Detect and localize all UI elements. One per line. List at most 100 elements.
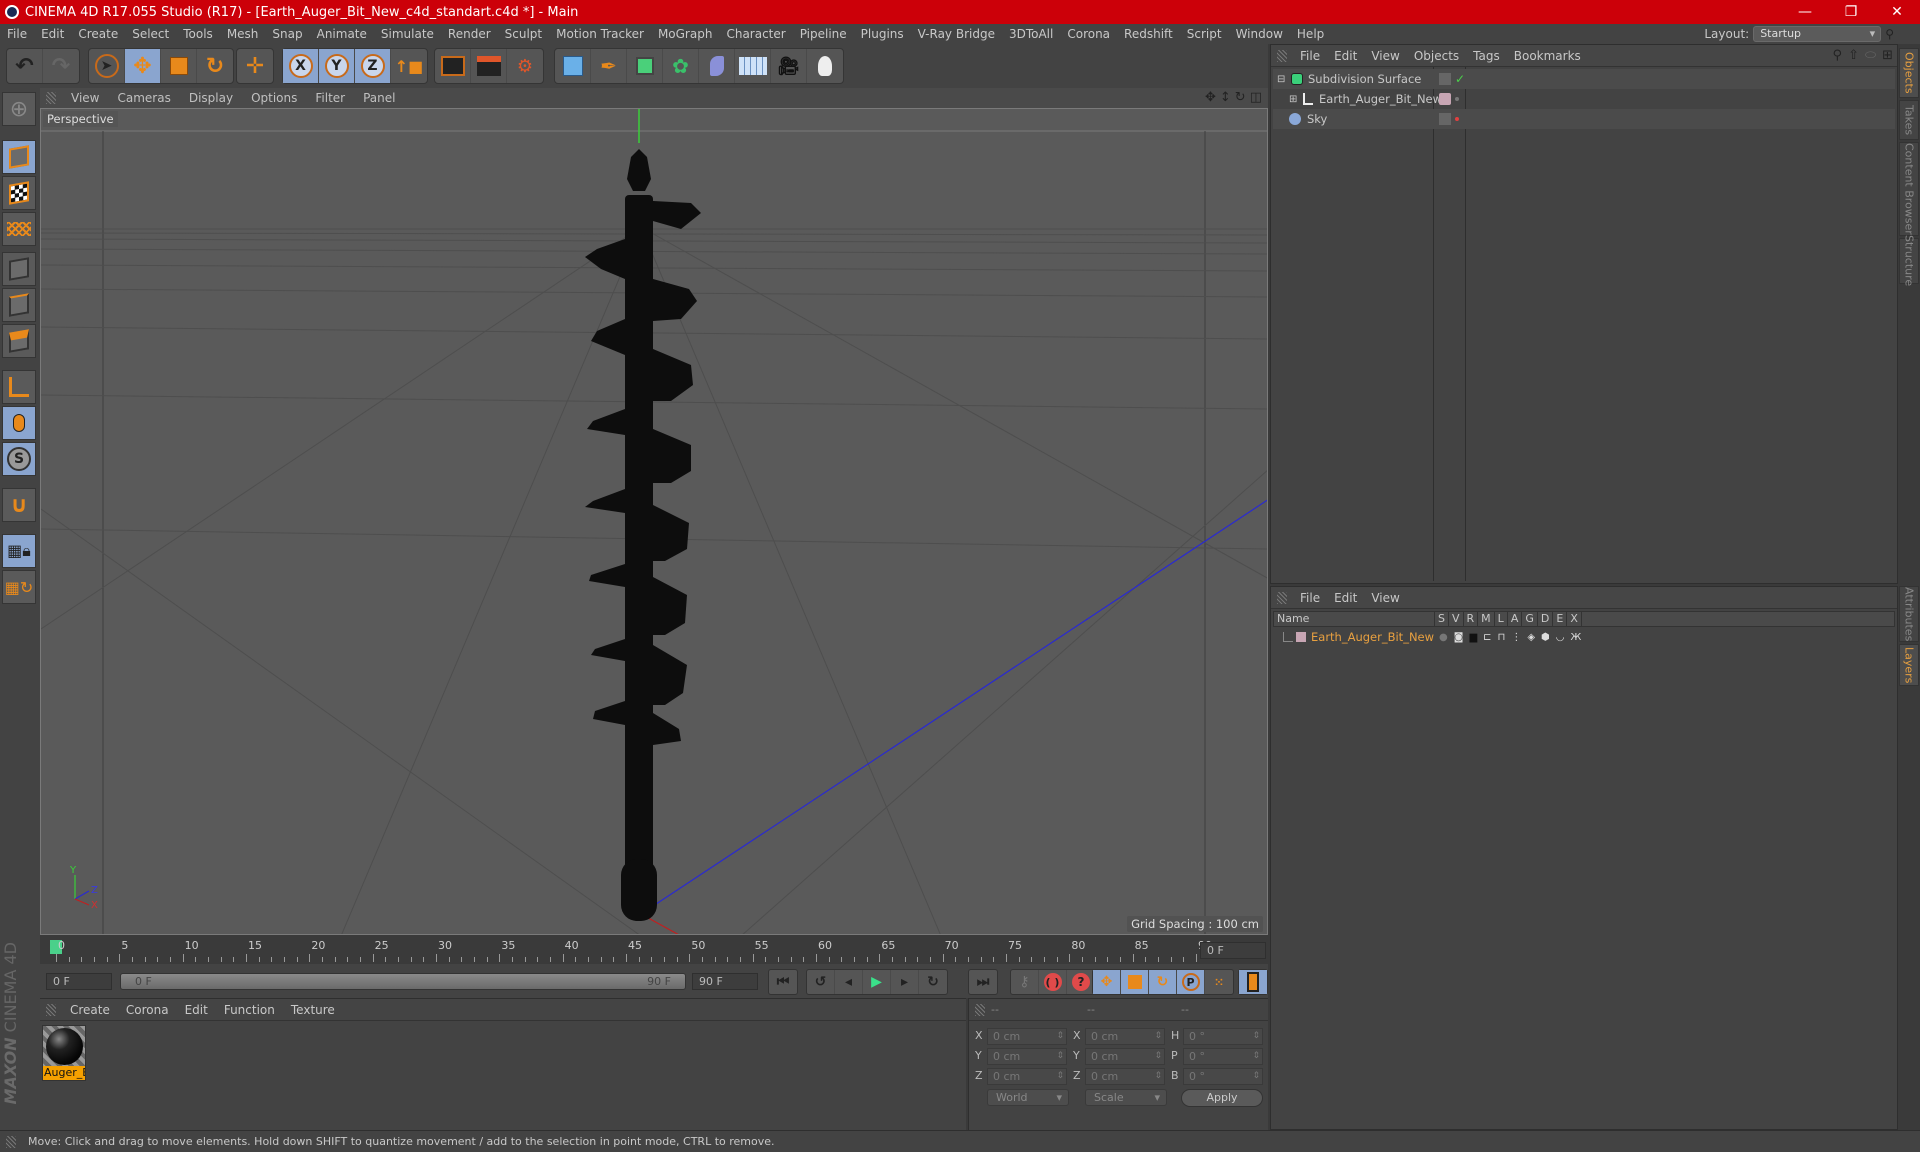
menu-redshift[interactable]: Redshift bbox=[1117, 27, 1180, 41]
material-menu-texture[interactable]: Texture bbox=[283, 1003, 343, 1017]
next-key-button[interactable]: ↻ bbox=[919, 970, 947, 994]
points-mode-button[interactable] bbox=[2, 252, 36, 286]
material-swatch[interactable]: Auger_E bbox=[42, 1025, 86, 1081]
start-frame-field[interactable]: 0 F bbox=[46, 973, 112, 990]
previous-key-button[interactable]: ↺ bbox=[807, 970, 835, 994]
key-position-button[interactable]: ✥ bbox=[1093, 970, 1121, 994]
column-expressions[interactable]: E bbox=[1553, 612, 1568, 626]
coordinate-mode-dropdown[interactable]: World bbox=[987, 1089, 1069, 1106]
autokey-button[interactable]: ? bbox=[1067, 970, 1095, 994]
make-editable-button[interactable]: ⊕ bbox=[2, 92, 36, 126]
object-menu-tags[interactable]: Tags bbox=[1466, 49, 1507, 63]
menu-plugins[interactable]: Plugins bbox=[854, 27, 911, 41]
restore-button[interactable]: ❐ bbox=[1828, 4, 1874, 20]
render-settings-button[interactable]: ⚙ bbox=[507, 49, 543, 83]
viewport-menu-filter[interactable]: Filter bbox=[306, 91, 354, 105]
layer-menu-file[interactable]: File bbox=[1293, 591, 1327, 605]
render-view-button[interactable] bbox=[435, 49, 471, 83]
go-to-start-button[interactable]: ⏮ bbox=[769, 970, 797, 994]
add-subdivision-surface-button[interactable] bbox=[627, 49, 663, 83]
maximize-view-icon[interactable]: ◫ bbox=[1250, 90, 1262, 105]
tab-objects[interactable]: Objects bbox=[1899, 48, 1919, 98]
edges-mode-button[interactable] bbox=[2, 288, 36, 322]
column-manager[interactable]: M bbox=[1478, 612, 1495, 626]
add-light-button[interactable] bbox=[807, 49, 843, 83]
menu-edit[interactable]: Edit bbox=[34, 27, 71, 41]
camera-label[interactable]: Perspective bbox=[43, 111, 118, 127]
add-pen-spline-button[interactable]: ✒ bbox=[591, 49, 627, 83]
material-menu-edit[interactable]: Edit bbox=[177, 1003, 216, 1017]
polygons-mode-button[interactable] bbox=[2, 324, 36, 358]
viewport-menu-display[interactable]: Display bbox=[180, 91, 242, 105]
previous-frame-button[interactable]: ◂ bbox=[835, 970, 863, 994]
object-row[interactable]: ⊞ Earth_Auger_Bit_New bbox=[1273, 89, 1895, 109]
menu-pipeline[interactable]: Pipeline bbox=[793, 27, 854, 41]
play-button[interactable]: ▶ bbox=[863, 970, 891, 994]
editor-visibility-icon[interactable] bbox=[1439, 113, 1451, 125]
column-xref[interactable]: X bbox=[1567, 612, 1582, 626]
visibility-dot[interactable] bbox=[1455, 97, 1459, 101]
minimize-button[interactable]: — bbox=[1782, 4, 1828, 20]
panel-grip-icon[interactable] bbox=[46, 1003, 56, 1016]
tab-takes[interactable]: Takes bbox=[1899, 100, 1919, 140]
layer-row[interactable]: Earth_Auger_Bit_New ● ◙ ▆ ⊏ ⊓ ⋮ ◈ ⬢ ◡ Ж bbox=[1273, 629, 1895, 645]
search-icon[interactable]: ⚲ bbox=[1833, 48, 1843, 63]
size-z-field[interactable]: 0 cm bbox=[1085, 1068, 1165, 1085]
menu-3dtoall[interactable]: 3DToAll bbox=[1002, 27, 1060, 41]
3d-viewport[interactable]: Y Z X Perspective Grid Spacing : 100 cm bbox=[40, 108, 1268, 935]
add-array-button[interactable]: ✿ bbox=[663, 49, 699, 83]
material-menu-function[interactable]: Function bbox=[216, 1003, 283, 1017]
menu-mesh[interactable]: Mesh bbox=[220, 27, 266, 41]
rotate-tool-button[interactable]: ↻ bbox=[197, 49, 233, 83]
eye-icon[interactable]: ◙ bbox=[1454, 632, 1464, 643]
home-icon[interactable]: ⇧ bbox=[1848, 48, 1859, 63]
column-name[interactable]: Name bbox=[1274, 612, 1435, 626]
viewport-menu-cameras[interactable]: Cameras bbox=[108, 91, 179, 105]
layer-menu-view[interactable]: View bbox=[1364, 591, 1406, 605]
collapse-icon[interactable]: ⊟ bbox=[1277, 74, 1289, 85]
coordinate-system-button[interactable]: ↑■ bbox=[391, 49, 427, 83]
lock-icon[interactable]: ⊓ bbox=[1498, 632, 1506, 643]
next-frame-button[interactable]: ▸ bbox=[891, 970, 919, 994]
xref-icon[interactable]: Ж bbox=[1571, 632, 1582, 643]
z-axis-lock-button[interactable]: Z bbox=[355, 49, 391, 83]
object-name[interactable]: Earth_Auger_Bit_New bbox=[1319, 92, 1442, 106]
expression-icon[interactable]: ◡ bbox=[1556, 632, 1565, 643]
axis-mode-button[interactable] bbox=[2, 370, 36, 404]
panel-grip-icon[interactable] bbox=[1277, 49, 1287, 62]
x-axis-lock-button[interactable]: X bbox=[283, 49, 319, 83]
object-name[interactable]: Subdivision Surface bbox=[1308, 72, 1421, 86]
size-y-field[interactable]: 0 cm bbox=[1085, 1048, 1165, 1065]
column-locked[interactable]: L bbox=[1495, 612, 1508, 626]
earth-auger-bit-model[interactable] bbox=[585, 149, 701, 921]
locked-workplane-button[interactable]: ▦🔒︎ bbox=[2, 534, 36, 568]
menu-snap[interactable]: Snap bbox=[265, 27, 309, 41]
tab-content-browser[interactable]: Content Browser bbox=[1899, 142, 1919, 236]
scale-tool-button[interactable] bbox=[161, 49, 197, 83]
object-name[interactable]: Sky bbox=[1307, 112, 1327, 126]
object-menu-view[interactable]: View bbox=[1364, 49, 1406, 63]
animation-icon[interactable]: ⋮ bbox=[1511, 632, 1521, 643]
menu-corona[interactable]: Corona bbox=[1060, 27, 1117, 41]
viewport-menu-options[interactable]: Options bbox=[242, 91, 306, 105]
new-view-icon[interactable]: ⊞ bbox=[1882, 48, 1893, 63]
manager-icon[interactable]: ⊏ bbox=[1483, 632, 1491, 643]
menu-help[interactable]: Help bbox=[1290, 27, 1331, 41]
column-visible[interactable]: V bbox=[1449, 612, 1464, 626]
tab-layers[interactable]: Layers bbox=[1899, 644, 1919, 686]
layer-name[interactable]: Earth_Auger_Bit_New bbox=[1311, 630, 1434, 644]
workplane-alignment-button[interactable]: ▦↻ bbox=[2, 570, 36, 604]
material-menu-create[interactable]: Create bbox=[62, 1003, 118, 1017]
view-toggle-icon[interactable]: ⬭ bbox=[1865, 48, 1876, 63]
menu-create[interactable]: Create bbox=[71, 27, 125, 41]
object-menu-objects[interactable]: Objects bbox=[1407, 49, 1466, 63]
object-menu-file[interactable]: File bbox=[1293, 49, 1327, 63]
live-selection-button[interactable]: ➤ bbox=[89, 49, 125, 83]
rot-b-field[interactable]: 0 ° bbox=[1183, 1068, 1263, 1085]
render-picture-viewer-button[interactable] bbox=[471, 49, 507, 83]
move-view-icon[interactable]: ✥ bbox=[1205, 90, 1216, 105]
column-solo[interactable]: S bbox=[1435, 612, 1449, 626]
menu-script[interactable]: Script bbox=[1180, 27, 1229, 41]
render-visibility-dot[interactable] bbox=[1455, 117, 1459, 121]
key-rotation-button[interactable]: ↻ bbox=[1149, 970, 1177, 994]
